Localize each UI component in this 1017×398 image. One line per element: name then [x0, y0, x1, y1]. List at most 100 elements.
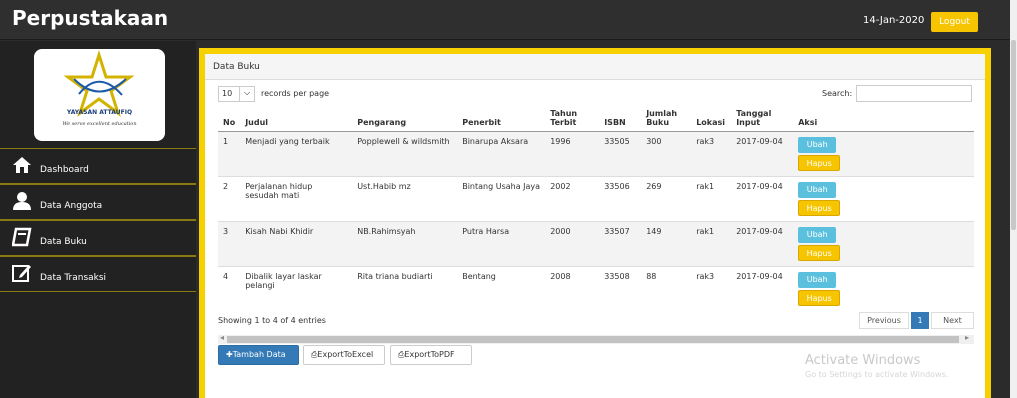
book-icon: [12, 227, 32, 247]
table-cell: Menjadi yang terbaik: [240, 131, 353, 177]
edit-button[interactable]: Ubah: [798, 137, 837, 153]
records-per-page-label: records per page: [261, 89, 330, 98]
table-cell: Popplewell & wildsmith: [352, 131, 458, 177]
column-header[interactable]: Aksi: [793, 105, 974, 132]
column-header[interactable]: Judul: [240, 105, 353, 132]
table-cell: Bintang Usaha Jaya: [457, 176, 546, 222]
sidebar-item-label: Data Anggota: [40, 201, 103, 211]
user-icon: [13, 192, 31, 210]
delete-button[interactable]: Hapus: [798, 155, 841, 171]
table-cell: 33507: [599, 221, 642, 267]
column-header[interactable]: ISBN: [599, 105, 642, 132]
books-table: No Judul Pengarang Penerbit Tahun Terbit…: [218, 105, 974, 311]
top-navbar: Perpustakaan 14-Jan-2020 Logout: [0, 0, 1010, 40]
current-date: 14-Jan-2020: [863, 15, 925, 26]
table-cell: rak3: [691, 266, 732, 311]
action-cell: Ubah Hapus: [793, 266, 974, 311]
panel-title: Data Buku: [213, 62, 260, 72]
edit-button[interactable]: Ubah: [798, 227, 837, 243]
sidebar-item-dashboard[interactable]: Dashboard: [0, 148, 196, 184]
chevron-down-icon[interactable]: ⌵: [239, 86, 254, 102]
column-header[interactable]: Jumlah Buku: [641, 105, 692, 132]
sidebar-item-label: Data Buku: [40, 237, 87, 247]
table-cell: Binarupa Aksara: [457, 131, 546, 177]
logo-tagline: We serve excellent education: [62, 121, 137, 127]
pagination-previous[interactable]: Previous: [859, 312, 909, 329]
table-cell: 269: [641, 176, 692, 222]
logo-org-name: YAYASAN ATTAUFIQ: [66, 109, 133, 116]
sidebar-item-data-anggota[interactable]: Data Anggota: [0, 184, 196, 220]
search-label: Search:: [822, 89, 853, 98]
data-buku-panel: Data Buku 10 ⌵ records per page Search: …: [205, 54, 985, 398]
sidebar-item-data-transaksi[interactable]: Data Transaksi: [0, 256, 196, 292]
table-cell: 2002: [545, 176, 600, 222]
scroll-left-icon[interactable]: ◂: [220, 333, 224, 342]
column-header[interactable]: Tanggal Input: [731, 105, 794, 132]
add-data-button[interactable]: ✚Tambah Data: [218, 345, 299, 365]
table-cell: Bentang: [457, 266, 546, 311]
table-cell: rak1: [691, 176, 732, 222]
column-header[interactable]: Pengarang: [352, 105, 458, 132]
table-info: Showing 1 to 4 of 4 entries: [218, 316, 326, 325]
sidebar: YAYASAN ATTAUFIQ We serve excellent educ…: [0, 41, 196, 398]
table-cell: 2000: [545, 221, 600, 267]
delete-button[interactable]: Hapus: [798, 200, 841, 216]
table-cell: Kisah Nabi Khidir: [240, 221, 353, 267]
sidebar-item-data-buku[interactable]: Data Buku: [0, 220, 196, 256]
table-cell: Dibalik layar laskar pelangi: [240, 266, 353, 311]
table-row: 4 Dibalik layar laskar pelangi Rita tria…: [218, 266, 974, 311]
table-cell: 3: [218, 221, 241, 267]
action-cell: Ubah Hapus: [793, 221, 974, 267]
column-header[interactable]: No: [218, 105, 241, 132]
edit-button[interactable]: Ubah: [798, 182, 837, 198]
table-cell: 88: [641, 266, 692, 311]
edit-icon: [12, 265, 31, 282]
export-pdf-label: ExportToPDF: [404, 350, 455, 359]
edit-button[interactable]: Ubah: [798, 272, 837, 288]
app-brand[interactable]: Perpustakaan: [12, 6, 168, 30]
table-cell: 1996: [545, 131, 600, 177]
scroll-right-icon[interactable]: ▸: [965, 333, 969, 342]
search-input[interactable]: [856, 85, 972, 102]
column-header[interactable]: Lokasi: [691, 105, 732, 132]
table-cell: 2017-09-04: [731, 266, 794, 311]
panel-heading: Data Buku: [205, 54, 985, 80]
export-pdf-button[interactable]: ⎙ExportToPDF: [390, 345, 472, 365]
home-icon: [13, 157, 31, 173]
sidebar-item-label: Dashboard: [40, 165, 89, 175]
table-row: 1 Menjadi yang terbaik Popplewell & wild…: [218, 131, 974, 177]
delete-button[interactable]: Hapus: [798, 245, 841, 261]
windows-activation-watermark: Activate Windows: [805, 353, 921, 368]
table-header-row: No Judul Pengarang Penerbit Tahun Terbit…: [218, 105, 974, 132]
table-cell: Ust.Habib mz: [352, 176, 458, 222]
export-excel-label: ExportToExcel: [317, 350, 374, 359]
column-header[interactable]: Tahun Terbit: [545, 105, 600, 132]
windows-activation-hint: Go to Settings to activate Windows.: [805, 370, 949, 379]
column-header[interactable]: Penerbit: [457, 105, 546, 132]
table-cell: NB.Rahimsyah: [352, 221, 458, 267]
action-cell: Ubah Hapus: [793, 176, 974, 222]
add-data-label: Tambah Data: [232, 350, 286, 359]
export-excel-button[interactable]: ⎙ExportToExcel: [303, 345, 385, 365]
action-cell: Ubah Hapus: [793, 131, 974, 177]
table-cell: 2017-09-04: [731, 221, 794, 267]
logout-button[interactable]: Logout: [931, 12, 978, 32]
table-cell: rak3: [691, 131, 732, 177]
table-cell: rak1: [691, 221, 732, 267]
sidebar-item-label: Data Transaksi: [40, 273, 107, 283]
delete-button[interactable]: Hapus: [798, 290, 841, 306]
table-cell: 33505: [599, 131, 642, 177]
page-scrollbar-thumb[interactable]: [1011, 40, 1016, 230]
table-row: 3 Kisah Nabi Khidir NB.Rahimsyah Putra H…: [218, 221, 974, 267]
table-cell: 2017-09-04: [731, 176, 794, 222]
table-row: 2 Perjalanan hidup sesudah mati Ust.Habi…: [218, 176, 974, 222]
table-cell: Putra Harsa: [457, 221, 546, 267]
table-cell: 300: [641, 131, 692, 177]
table-cell: 33506: [599, 176, 642, 222]
pagination-next[interactable]: Next: [931, 312, 974, 329]
plus-icon: ✚: [226, 350, 233, 359]
table-hscrollbar-thumb[interactable]: [227, 336, 959, 343]
table-cell: 2008: [545, 266, 600, 311]
table-cell: 2017-09-04: [731, 131, 794, 177]
pagination-page-1[interactable]: 1: [911, 312, 929, 329]
